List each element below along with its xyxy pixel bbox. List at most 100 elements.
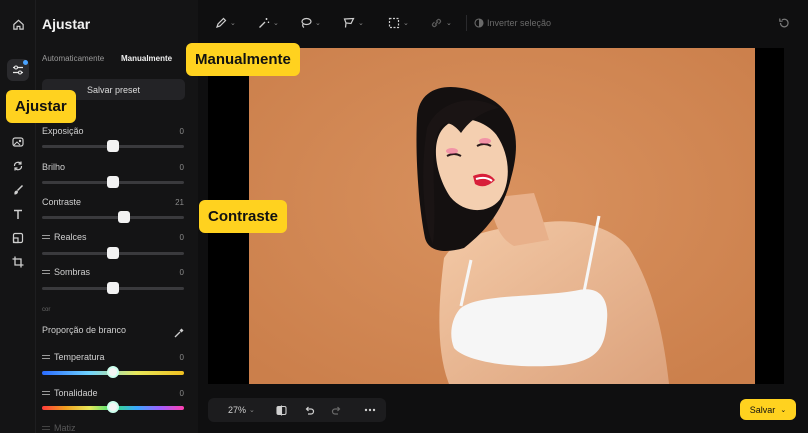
- callout-adjust: Ajustar: [6, 90, 76, 123]
- callout-manual-text: Manualmente: [195, 51, 291, 68]
- magic-wand-tool[interactable]: ⌄: [258, 15, 279, 31]
- callout-contrast-text: Contraste: [208, 208, 279, 225]
- history-icon: [779, 18, 789, 28]
- section-caption: cor: [42, 307, 51, 313]
- crop-icon[interactable]: [8, 252, 28, 272]
- portrait-illustration: [249, 48, 755, 384]
- control-label: Brilho: [42, 162, 65, 172]
- undo-button[interactable]: [304, 402, 315, 418]
- polygon-lasso-tool[interactable]: ⌄: [343, 15, 364, 31]
- chevron-down-icon: ⌄: [249, 407, 255, 414]
- select-rect-icon: [388, 17, 400, 29]
- rect-select-tool[interactable]: ⌄: [388, 15, 409, 31]
- magic-wand-icon: [259, 18, 270, 28]
- save-button[interactable]: Salvar ⌄: [740, 399, 796, 420]
- chevron-down-icon: ⌄: [230, 20, 236, 27]
- rotate-icon[interactable]: [8, 156, 28, 176]
- polygon-lasso-icon: [343, 17, 355, 28]
- contrast-label: Contraste: [42, 197, 82, 207]
- exposure-label: Exposição: [42, 126, 84, 136]
- control-label: Sombras: [42, 267, 90, 277]
- highlights-label: Realces: [54, 232, 87, 242]
- white-balance-label: Proporção de branco: [42, 325, 126, 335]
- control-label: Tonalidade: [42, 388, 98, 398]
- slider-thumb[interactable]: [107, 366, 119, 378]
- panel-title: Ajustar: [42, 16, 91, 32]
- toolbar-divider: [466, 15, 467, 31]
- more-button[interactable]: [364, 402, 376, 418]
- resize-icon[interactable]: [8, 228, 28, 248]
- temperature-slider[interactable]: [42, 366, 184, 378]
- brush-icon[interactable]: [8, 180, 28, 200]
- sliders-icon[interactable]: [7, 59, 29, 81]
- invert-icon: [474, 18, 484, 28]
- brightness-slider[interactable]: [42, 176, 184, 188]
- pen-icon: [216, 17, 227, 28]
- chevron-down-icon: ⌄: [315, 20, 321, 27]
- lasso-tool[interactable]: ⌄: [300, 15, 321, 31]
- image-canvas[interactable]: [208, 48, 784, 384]
- more-icon: [364, 408, 376, 412]
- control-label-partial: Matiz: [42, 423, 76, 433]
- link-icon: [431, 18, 442, 28]
- zoom-value: 27%: [228, 405, 247, 415]
- callout-adjust-text: Ajustar: [15, 98, 67, 115]
- eyedropper-icon[interactable]: [174, 325, 184, 343]
- brightness-label: Brilho: [42, 162, 66, 172]
- photo[interactable]: [249, 48, 755, 384]
- redo-icon: [331, 406, 341, 415]
- brightness-value: 0: [179, 163, 184, 172]
- contrast-value: 21: [175, 198, 184, 207]
- slider-thumb[interactable]: [107, 401, 119, 413]
- adjust-lines-icon: [42, 425, 50, 431]
- compare-icon: [276, 405, 287, 415]
- undo-icon: [305, 406, 315, 415]
- adjust-lines-icon: [42, 234, 50, 240]
- link-tool[interactable]: ⌄: [430, 15, 452, 31]
- home-icon[interactable]: [8, 14, 28, 34]
- temperature-label: Temperatura: [54, 352, 105, 362]
- tint-label: Tonalidade: [54, 388, 98, 398]
- control-label: Exposição: [42, 126, 84, 136]
- tab-manual[interactable]: Manualmente: [121, 54, 172, 63]
- slider-thumb[interactable]: [107, 176, 119, 188]
- adjust-lines-icon: [42, 354, 50, 360]
- hue-label: Matiz: [54, 423, 76, 433]
- shadows-value: 0: [179, 268, 184, 277]
- tab-automatic[interactable]: Automaticamente: [42, 54, 104, 63]
- invert-selection-button[interactable]: Inverter seleção: [474, 15, 551, 31]
- pen-tool[interactable]: ⌄: [215, 15, 236, 31]
- white-balance-text: Proporção de branco: [42, 325, 127, 335]
- highlights-value: 0: [179, 233, 184, 242]
- invert-selection-label: Inverter seleção: [487, 18, 552, 28]
- tint-value: 0: [179, 389, 184, 398]
- highlights-slider[interactable]: [42, 247, 184, 259]
- tint-slider[interactable]: [42, 401, 184, 413]
- zoom-control[interactable]: 27% ⌄: [228, 402, 255, 418]
- text-icon[interactable]: [8, 204, 28, 224]
- shadows-slider[interactable]: [42, 282, 184, 294]
- slider-thumb[interactable]: [107, 282, 119, 294]
- exposure-slider[interactable]: [42, 140, 184, 152]
- adjust-lines-icon: [42, 269, 50, 275]
- slider-thumb[interactable]: [107, 140, 119, 152]
- chevron-down-icon: ⌄: [446, 20, 452, 27]
- chevron-down-icon: ⌄: [273, 20, 279, 27]
- control-label: Temperatura: [42, 352, 105, 362]
- exposure-value: 0: [179, 127, 184, 136]
- control-label: Contraste: [42, 197, 81, 207]
- redo-button[interactable]: [331, 402, 342, 418]
- history-button[interactable]: [778, 15, 790, 31]
- compare-button[interactable]: [276, 402, 287, 418]
- slider-thumb[interactable]: [107, 247, 119, 259]
- contrast-slider[interactable]: [42, 211, 184, 223]
- chevron-down-icon: ⌄: [403, 20, 409, 27]
- slider-thumb[interactable]: [118, 211, 131, 223]
- image-effects-icon[interactable]: [8, 132, 28, 152]
- notification-dot: [23, 60, 28, 65]
- control-label: Realces: [42, 232, 87, 242]
- chevron-down-icon: ⌄: [780, 406, 787, 414]
- top-toolbar: ⌄ ⌄ ⌄ ⌄ ⌄ ⌄ Inverter seleção: [198, 0, 808, 46]
- adjust-panel: Ajustar Automaticamente Manualmente Salv…: [36, 0, 198, 433]
- adjust-lines-icon: [42, 390, 50, 396]
